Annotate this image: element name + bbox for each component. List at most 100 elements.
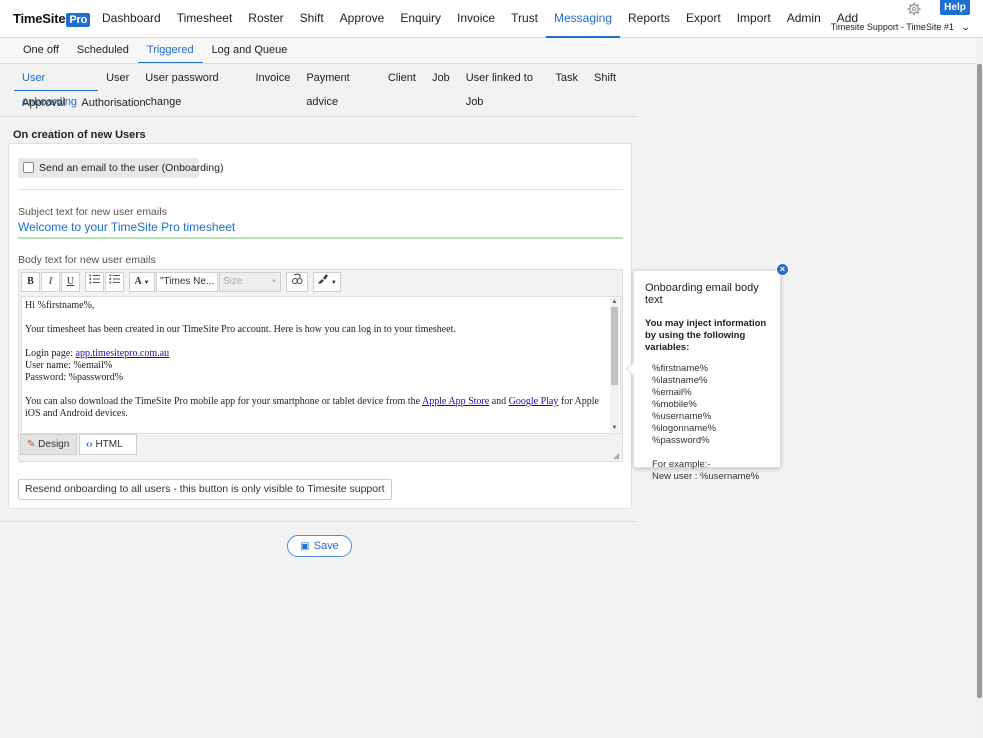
subject-input[interactable]: Welcome to your TimeSite Pro timesheet xyxy=(18,220,623,239)
category-tab-approval[interactable]: Approval xyxy=(14,91,73,116)
category-tab-payment-advice[interactable]: Payment advice xyxy=(298,66,380,108)
page-scrollbar[interactable] xyxy=(976,38,983,738)
app-prefix: You can also download the TimeSite Pro m… xyxy=(25,396,422,407)
app-logo[interactable]: TimeSite Pro xyxy=(13,11,91,27)
font-size-select[interactable]: Size ▼ xyxy=(219,272,281,292)
send-email-toggle[interactable]: Send an email to the user (Onboarding) xyxy=(18,158,223,178)
nav-item-shift[interactable]: Shift xyxy=(292,0,332,38)
nav-item-enquiry[interactable]: Enquiry xyxy=(392,0,449,38)
variable-item: %logonname% xyxy=(652,423,716,434)
tab-triggered[interactable]: Triggered xyxy=(137,38,203,63)
body-intro: Your timesheet has been created in our T… xyxy=(25,324,456,335)
category-tab-shift[interactable]: Shift xyxy=(586,66,624,91)
bold-button[interactable]: B xyxy=(21,272,40,292)
divider xyxy=(0,116,637,117)
variable-item: %mobile% xyxy=(652,399,697,410)
variable-list: %firstname% %lastname% %email% %mobile% %use… xyxy=(645,363,769,447)
underline-button[interactable]: U xyxy=(61,272,80,292)
resend-onboarding-button[interactable]: Resend onboarding to all users - this bu… xyxy=(18,479,392,500)
category-tab-user-password-change[interactable]: User password change xyxy=(137,66,247,108)
editor-scrollbar[interactable]: ▲ ▼ xyxy=(610,298,619,433)
account-label: Timesite Support - TimeSite #1 xyxy=(830,22,954,32)
gear-icon[interactable] xyxy=(907,2,921,16)
spellcheck-icon[interactable] xyxy=(286,272,308,292)
nav-item-approve[interactable]: Approve xyxy=(332,0,393,38)
example-value: New user : %username% xyxy=(652,471,760,482)
editor-mode-bar: ✎ Design ‹› HTML xyxy=(20,434,139,456)
scroll-down-icon[interactable]: ▼ xyxy=(611,425,618,432)
font-color-label: A xyxy=(134,276,142,287)
category-tab-user-linked-to-job[interactable]: User linked to Job xyxy=(458,66,548,108)
tooltip-title: Onboarding email body text xyxy=(645,282,759,306)
variable-item: %username% xyxy=(652,411,712,422)
account-selector[interactable]: Timesite Support - TimeSite #1 ⌄ xyxy=(830,22,971,33)
scroll-up-icon[interactable]: ▲ xyxy=(611,299,618,306)
category-tab-authorisation[interactable]: Authorisation xyxy=(73,91,153,116)
logo-text: TimeSite xyxy=(13,11,66,26)
app-and: and xyxy=(489,396,509,407)
tab-one-off[interactable]: One off xyxy=(14,38,68,63)
login-link[interactable]: app.timesitepro.com.au xyxy=(76,348,170,359)
save-label: Save xyxy=(313,540,339,552)
category-tab-invoice[interactable]: Invoice xyxy=(247,66,298,91)
design-mode-label: Design xyxy=(38,439,70,450)
nav-item-dashboard[interactable]: Dashboard xyxy=(94,0,169,38)
nav-item-roster[interactable]: Roster xyxy=(240,0,291,38)
nav-item-invoice[interactable]: Invoice xyxy=(449,0,503,38)
help-button[interactable]: Help xyxy=(940,0,970,15)
apple-store-link[interactable]: Apple App Store xyxy=(422,396,489,407)
onboarding-panel: Send an email to the user (Onboarding) S… xyxy=(8,143,632,509)
font-name-select[interactable]: "Times Ne...▼ xyxy=(156,272,218,303)
messaging-subtabs: One off Scheduled Triggered Log and Queue xyxy=(0,38,976,64)
category-tab-client[interactable]: Client xyxy=(380,66,424,91)
nav-item-export[interactable]: Export xyxy=(678,0,729,38)
format-brush-icon[interactable]: ▼ xyxy=(313,272,341,292)
nav-item-import[interactable]: Import xyxy=(729,0,779,38)
category-tab-user[interactable]: User xyxy=(98,66,137,91)
category-tab-job[interactable]: Job xyxy=(424,66,458,91)
resize-grip-icon[interactable]: ◢ xyxy=(613,452,621,460)
category-tab-user-onboarding[interactable]: User onboarding xyxy=(14,66,99,108)
divider xyxy=(18,189,623,190)
tab-log-and-queue[interactable]: Log and Queue xyxy=(203,38,297,63)
save-button[interactable]: ▣ Save xyxy=(287,535,352,557)
section-title: On creation of new Users xyxy=(13,129,146,141)
tooltip-intro-line2: by using the following variables: xyxy=(645,330,746,353)
nav-item-messaging[interactable]: Messaging xyxy=(545,0,620,38)
nav-item-trust[interactable]: Trust xyxy=(503,0,546,38)
logo-badge: Pro xyxy=(66,13,91,27)
editor-toolbar: B I U A ▼ "Times Ne...▼ Size▼ ▼ xyxy=(21,272,342,303)
variable-item: %lastname% xyxy=(652,375,708,386)
body-greeting: Hi %firstname%, xyxy=(25,300,95,311)
variable-item: %firstname% xyxy=(652,363,708,374)
category-row-1: User onboarding User User password change I… xyxy=(14,66,624,108)
main-nav: Dashboard Timesheet Roster Shift Approve Enqu… xyxy=(94,0,866,38)
font-name-value: "Times Ne... xyxy=(160,276,215,287)
category-tab-task[interactable]: Task xyxy=(547,66,586,91)
example-label: For example:- xyxy=(652,459,711,470)
tab-scheduled[interactable]: Scheduled xyxy=(68,38,138,63)
page-scroll-thumb[interactable] xyxy=(977,64,982,698)
font-size-value: Size xyxy=(223,276,243,287)
html-mode-button[interactable]: ‹› HTML xyxy=(79,434,137,455)
design-mode-button[interactable]: ✎ Design xyxy=(20,434,77,455)
ordered-list-icon[interactable] xyxy=(85,272,104,292)
italic-button[interactable]: I xyxy=(41,272,60,292)
body-login-block: Login page: app.timesitepro.com.au User … xyxy=(25,348,608,384)
editor-content[interactable]: Hi %firstname%, Your timesheet has been … xyxy=(21,296,621,434)
rich-text-editor: B I U A ▼ "Times Ne...▼ Size▼ ▼ H xyxy=(18,269,623,462)
scroll-thumb[interactable] xyxy=(611,307,618,385)
subject-label: Subject text for new user emails xyxy=(18,206,167,218)
google-play-link[interactable]: Google Play xyxy=(509,396,559,407)
send-email-checkbox[interactable] xyxy=(23,162,34,173)
send-email-label: Send an email to the user (Onboarding) xyxy=(39,162,224,174)
nav-item-timesheet[interactable]: Timesheet xyxy=(169,0,241,38)
close-icon[interactable]: × xyxy=(776,263,789,276)
nav-item-admin[interactable]: Admin xyxy=(779,0,829,38)
bullet-list-icon[interactable] xyxy=(105,272,124,292)
nav-item-reports[interactable]: Reports xyxy=(620,0,678,38)
variable-item: %email% xyxy=(652,387,692,398)
font-color-button[interactable]: A ▼ xyxy=(129,272,155,292)
tooltip-intro: You may inject information by using the … xyxy=(645,318,769,354)
body-app-block: You can also download the TimeSite Pro m… xyxy=(25,396,608,420)
